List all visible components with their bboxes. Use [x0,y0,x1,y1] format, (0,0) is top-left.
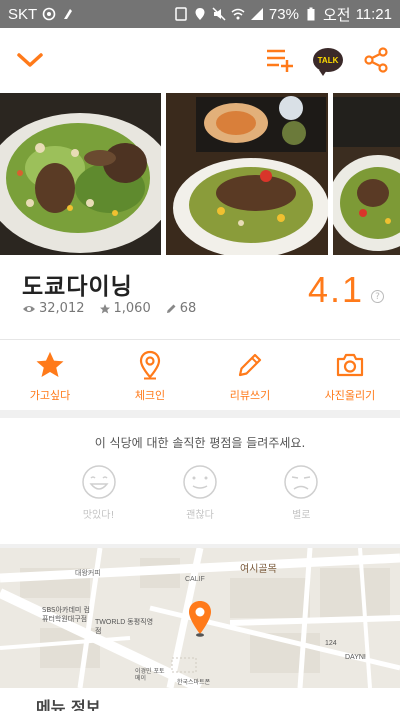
map-label-tworld: TWORLD 동평직영점 [95,619,154,635]
photo-gallery[interactable] [0,93,400,255]
map-label-korean-store: 한국스마트폰 [177,679,211,686]
sim-icon [174,7,188,21]
playlist-add-icon [267,49,293,72]
eye-icon [23,305,35,312]
map-label-building: 124 [325,640,337,647]
eye-comfort-icon [42,7,56,21]
want-to-go-button[interactable]: 가고싶다 [0,340,100,410]
app-bar: TALK [0,28,400,92]
rating-okay-button[interactable]: 괜찮다 [168,464,232,521]
action-bar: 가고싶다 체크인 리뷰쓰기 사진올리기 [0,340,400,410]
quick-rating-panel: 이 식당에 대한 솔직한 평점을 들려주세요. 맛있다! 괜찮다 별로 [0,418,400,544]
signal-icon [250,7,264,21]
view-count-value: 32,012 [39,301,85,316]
star-small-icon [99,303,110,313]
rating-okay-label: 괜찮다 [186,510,214,521]
talk-label: TALK [317,55,339,65]
kakao-talk-icon: TALK [313,48,343,76]
sad-face-icon [284,465,319,499]
time-label: 11:21 [355,5,392,23]
camera-icon [336,353,364,377]
pencil-small-icon [166,304,176,313]
restaurant-header: 도쿄다이닝 32,012 1,060 68 4.1 ? [0,255,400,337]
chevron-down-icon [17,53,43,67]
write-review-button[interactable]: 리뷰쓰기 [200,340,300,410]
map-location-marker[interactable] [187,600,213,638]
location-pin-icon [139,350,161,380]
rating-prompt: 이 식당에 대한 솔직한 평점을 들려주세요. [94,436,306,450]
star-icon [36,351,64,377]
food-photo-1[interactable] [0,93,161,255]
neutral-face-icon [183,465,217,499]
favorite-count-value: 1,060 [113,301,151,316]
rating-bad-button[interactable]: 별로 [269,464,333,521]
map-label-coffee: 대왕커피 [75,569,101,577]
rating-score: 4.1 [308,269,365,310]
rating-help-icon[interactable]: ? [371,290,384,303]
location-icon [193,7,207,21]
upload-photo-label: 사진올리기 [324,389,376,402]
battery-label: 73% [268,5,299,23]
food-photo-2[interactable] [166,93,328,255]
food-photo-3[interactable] [333,93,400,255]
map-label-dayni: DAYNI [345,654,366,661]
map-label-academy: SBS아카데미 컴퓨터학원대구점 [42,606,90,623]
mute-icon [212,7,226,21]
review-count: 68 [165,301,197,316]
rating-delicious-label: 맛있다! [82,510,115,521]
rating-bad-label: 별로 [292,510,311,521]
menu-section: 메뉴 정보 [0,688,400,711]
want-to-go-label: 가고싶다 [29,389,71,402]
section-separator [0,410,400,418]
share-button[interactable] [358,42,394,78]
map-label-cafe: CALIF [185,576,205,583]
rating-delicious-button[interactable]: 맛있다! [67,464,131,521]
check-in-label: 체크인 [134,389,166,402]
rating-options: 맛있다! 괜찮다 별로 [0,464,400,521]
status-bar: SKT 73% 오전 11:21 [0,0,400,28]
menu-section-title: 메뉴 정보 [36,698,101,711]
restaurant-stats: 32,012 1,060 68 [22,301,196,316]
map-label-area: 여시골목 [240,564,277,575]
write-review-label: 리뷰쓰기 [229,389,271,402]
check-in-button[interactable]: 체크인 [100,340,200,410]
restaurant-name: 도쿄다이닝 [22,274,133,300]
battery-icon [304,7,318,21]
kakao-talk-button[interactable]: TALK [310,42,346,78]
help-glyph: ? [375,291,380,302]
app-notification-icon [61,7,75,21]
view-count: 32,012 [22,301,85,316]
wifi-icon [231,7,245,21]
favorite-count: 1,060 [99,301,151,316]
ampm-label: 오전 [322,6,351,24]
upload-photo-button[interactable]: 사진올리기 [300,340,400,410]
carrier-label: SKT [8,5,38,23]
happy-face-icon [81,465,116,499]
share-icon [364,47,388,73]
collapse-button[interactable] [12,42,48,78]
add-to-list-button[interactable] [262,42,298,78]
pencil-icon [238,353,262,377]
review-count-value: 68 [179,301,197,316]
map-label-ice: 이경민 포토메이 [135,668,165,682]
